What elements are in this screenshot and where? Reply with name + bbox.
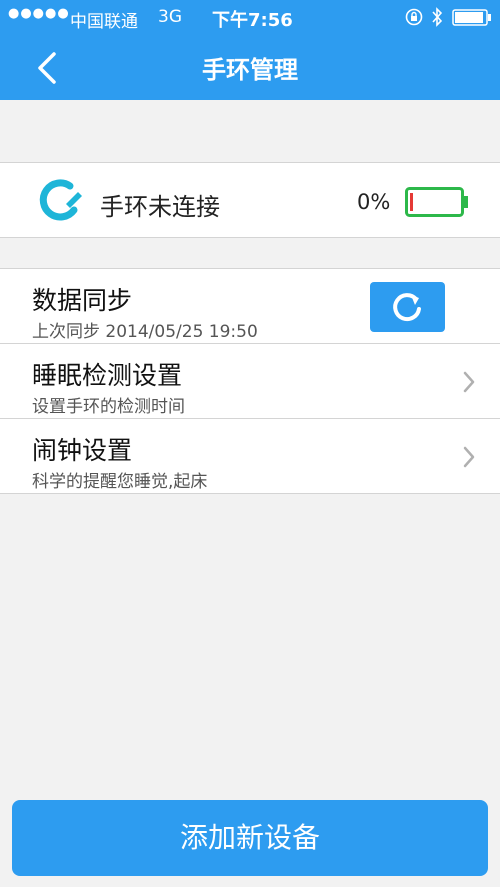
sync-button[interactable] [370, 282, 445, 332]
settings-list: 数据同步 上次同步 2014/05/25 19:50 睡眠检测设置 设置手环的检… [0, 268, 500, 494]
network-type: 3G [158, 7, 182, 27]
phone-battery-icon [452, 9, 491, 26]
item-title: 闹钟设置 [32, 436, 133, 465]
chevron-right-icon [463, 371, 475, 393]
status-time: 下午7:56 [212, 10, 293, 31]
device-connection-status: 手环未连接 [100, 193, 220, 221]
signal-strength: ●●●●● [8, 6, 70, 21]
status-bar: ●●●●● 中国联通 3G 下午7:56 [0, 0, 500, 34]
list-item-alarm[interactable]: 闹钟设置 科学的提醒您睡觉,起床 [0, 419, 500, 494]
band-battery-icon [405, 187, 468, 217]
battery-percent: 0% [357, 190, 391, 214]
device-card: 手环未连接 0% [0, 162, 500, 238]
app-header: ●●●●● 中国联通 3G 下午7:56 手环管理 [0, 0, 500, 100]
item-title: 睡眠检测设置 [32, 361, 183, 390]
list-item-data-sync: 数据同步 上次同步 2014/05/25 19:50 [0, 269, 500, 344]
list-item-sleep-detection[interactable]: 睡眠检测设置 设置手环的检测时间 [0, 344, 500, 419]
item-title: 数据同步 [32, 286, 133, 315]
wristband-icon [39, 179, 82, 221]
item-subtitle: 上次同步 2014/05/25 19:50 [32, 322, 258, 342]
refresh-icon [393, 293, 421, 322]
page-title: 手环管理 [202, 56, 298, 84]
item-subtitle: 设置手环的检测时间 [32, 397, 185, 417]
bluetooth-icon [432, 7, 443, 27]
carrier-name: 中国联通 [70, 12, 138, 32]
item-subtitle: 科学的提醒您睡觉,起床 [32, 472, 208, 492]
chevron-right-icon [463, 446, 475, 468]
rotation-lock-icon [405, 8, 423, 26]
add-device-button[interactable]: 添加新设备 [12, 800, 488, 876]
